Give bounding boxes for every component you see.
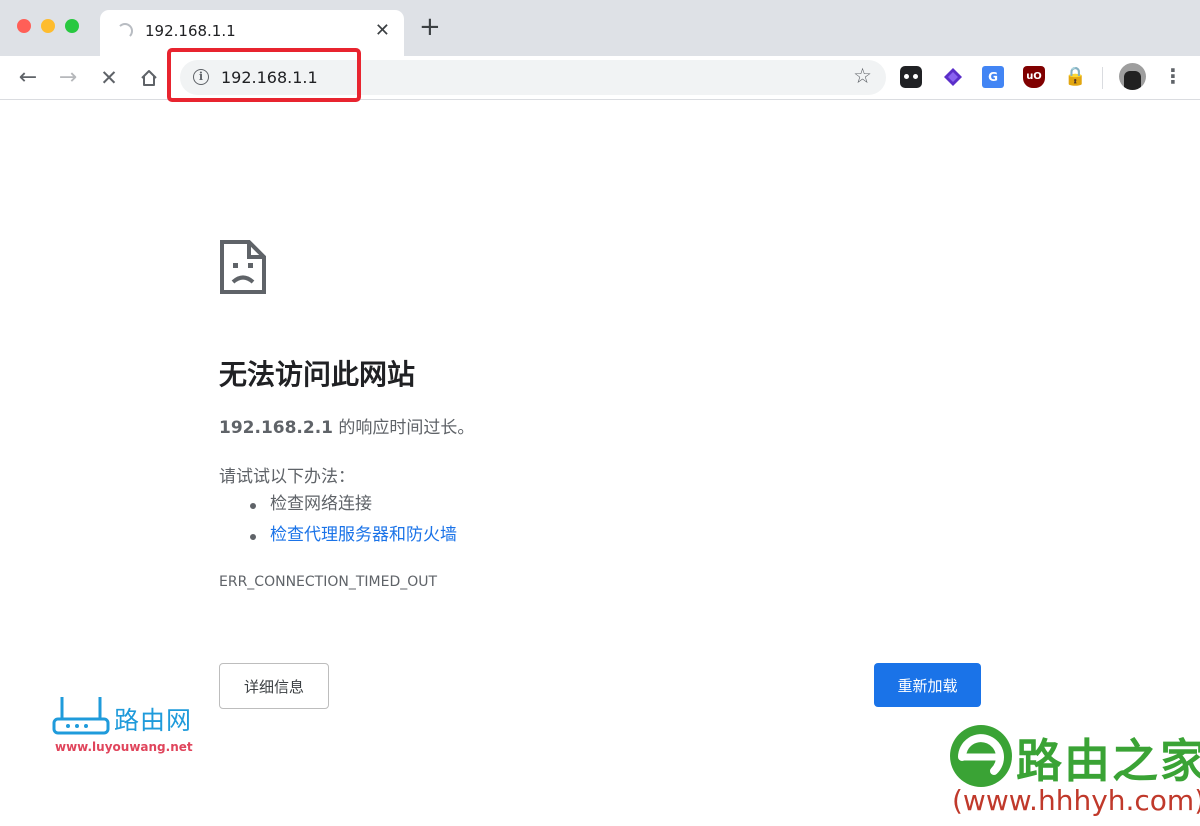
- dark-reader-extension-icon[interactable]: [900, 66, 922, 88]
- error-code: ERR_CONNECTION_TIMED_OUT: [219, 574, 438, 590]
- loading-spinner-icon: [117, 23, 133, 39]
- window-minimize-control[interactable]: [41, 19, 55, 33]
- menu-kebab-icon[interactable]: ⋮: [1163, 63, 1183, 89]
- details-button[interactable]: 详细信息: [219, 663, 329, 709]
- back-button[interactable]: ←: [13, 63, 43, 93]
- suggestions-list: 检查网络连接 检查代理服务器和防火墙: [245, 492, 457, 554]
- watermark-right-logo-icon: [950, 725, 1012, 787]
- forward-button[interactable]: →: [53, 63, 83, 93]
- error-summary-text: 的响应时间过长。: [333, 418, 475, 438]
- ublock-extension-icon[interactable]: uO: [1023, 66, 1045, 88]
- error-host: 192.168.2.1: [219, 418, 334, 438]
- home-button[interactable]: [134, 63, 164, 93]
- profile-avatar[interactable]: [1119, 63, 1146, 90]
- watermark-right-brand: 路由之家: [1016, 734, 1200, 788]
- router-logo-icon: [52, 697, 110, 735]
- bookmark-star-icon[interactable]: ☆: [853, 64, 872, 88]
- new-tab-button[interactable]: +: [419, 14, 441, 40]
- watermark-right-url: (www.hhhyh.com): [952, 784, 1200, 817]
- google-translate-extension-icon[interactable]: G: [982, 66, 1004, 88]
- sad-document-icon: [220, 240, 266, 294]
- tab-title: 192.168.1.1: [145, 22, 236, 40]
- window-close-control[interactable]: [17, 19, 31, 33]
- tab-close-icon[interactable]: ✕: [375, 20, 390, 41]
- watermark-left-url: www.luyouwang.net: [55, 740, 193, 754]
- home-icon: [141, 70, 157, 86]
- window-zoom-control[interactable]: [65, 19, 79, 33]
- suggestion-check-connection: 检查网络连接: [245, 492, 457, 523]
- watermark-luyouwang: 路由网 www.luyouwang.net: [50, 695, 210, 761]
- url-highlight-annotation: [167, 48, 361, 102]
- lock-extension-icon[interactable]: 🔒: [1064, 66, 1086, 88]
- watermark-left-brand: 路由网: [114, 706, 193, 735]
- suggestions-intro: 请试试以下办法：: [219, 467, 355, 487]
- suggestion-check-proxy-link[interactable]: 检查代理服务器和防火墙: [245, 523, 457, 554]
- stop-loading-button[interactable]: ✕: [94, 63, 124, 93]
- error-heading: 无法访问此网站: [219, 358, 416, 391]
- toolbar-divider: [1102, 67, 1103, 89]
- layers-extension-icon[interactable]: [942, 66, 964, 88]
- reload-button[interactable]: 重新加载: [874, 663, 981, 707]
- error-summary: 192.168.2.1 的响应时间过长。: [219, 413, 474, 438]
